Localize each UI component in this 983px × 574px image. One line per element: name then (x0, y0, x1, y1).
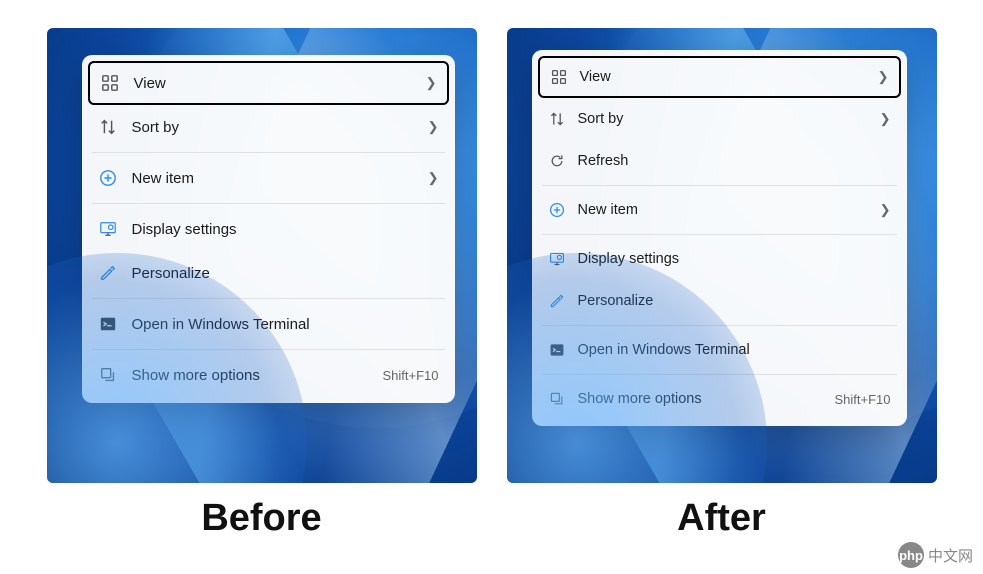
menu-item-label: Refresh (578, 153, 891, 169)
menu-item-terminal[interactable]: Open in Windows Terminal (538, 329, 901, 371)
menu-item-sort-by[interactable]: Sort by ❯ (88, 105, 449, 149)
menu-item-label: Show more options (132, 367, 383, 384)
menu-divider (542, 185, 897, 186)
menu-item-show-more[interactable]: Show more options Shift+F10 (538, 378, 901, 420)
menu-shortcut: Shift+F10 (382, 368, 438, 383)
menu-item-view[interactable]: View ❯ (538, 56, 901, 98)
menu-divider (92, 152, 445, 153)
desktop-before: View ❯ Sort by ❯ New item ❯ (47, 28, 477, 483)
before-panel: View ❯ Sort by ❯ New item ❯ (47, 28, 477, 540)
menu-item-label: View (580, 69, 878, 85)
terminal-icon (548, 341, 566, 359)
show-more-icon (548, 390, 566, 408)
view-icon (550, 68, 568, 86)
menu-shortcut: Shift+F10 (834, 392, 890, 407)
menu-item-label: Show more options (578, 391, 835, 407)
menu-item-label: Sort by (132, 119, 428, 136)
sort-icon (548, 110, 566, 128)
view-icon (100, 73, 120, 93)
menu-item-label: New item (132, 170, 428, 187)
menu-item-new-item[interactable]: New item ❯ (88, 156, 449, 200)
display-settings-icon (548, 250, 566, 268)
caption-after: After (677, 497, 766, 540)
menu-divider (542, 234, 897, 235)
menu-divider (92, 203, 445, 204)
menu-item-new-item[interactable]: New item ❯ (538, 189, 901, 231)
menu-item-label: Personalize (578, 293, 891, 309)
menu-item-label: Display settings (132, 221, 439, 238)
after-panel: View ❯ Sort by ❯ Refresh (507, 28, 937, 540)
menu-item-label: New item (578, 202, 880, 218)
chevron-right-icon: ❯ (426, 75, 437, 91)
desktop-after: View ❯ Sort by ❯ Refresh (507, 28, 937, 483)
menu-divider (542, 325, 897, 326)
menu-item-label: View (134, 75, 426, 92)
show-more-icon (98, 365, 118, 385)
chevron-right-icon: ❯ (880, 202, 891, 218)
chevron-right-icon: ❯ (428, 119, 439, 135)
personalize-icon (548, 292, 566, 310)
watermark: php 中文网 (898, 542, 973, 568)
watermark-text: 中文网 (928, 545, 973, 566)
menu-item-label: Open in Windows Terminal (132, 316, 439, 333)
display-settings-icon (98, 219, 118, 239)
menu-item-personalize[interactable]: Personalize (538, 280, 901, 322)
chevron-right-icon: ❯ (878, 69, 889, 85)
menu-divider (92, 298, 445, 299)
caption-before: Before (201, 497, 321, 540)
menu-item-display-settings[interactable]: Display settings (538, 238, 901, 280)
sort-icon (98, 117, 118, 137)
new-item-icon (98, 168, 118, 188)
menu-divider (92, 349, 445, 350)
menu-item-show-more[interactable]: Show more options Shift+F10 (88, 353, 449, 397)
menu-item-refresh[interactable]: Refresh (538, 140, 901, 182)
chevron-right-icon: ❯ (880, 111, 891, 127)
menu-item-view[interactable]: View ❯ (88, 61, 449, 105)
chevron-right-icon: ❯ (428, 170, 439, 186)
menu-item-personalize[interactable]: Personalize (88, 251, 449, 295)
menu-item-label: Personalize (132, 265, 439, 282)
new-item-icon (548, 201, 566, 219)
context-menu-before: View ❯ Sort by ❯ New item ❯ (82, 55, 455, 403)
menu-item-terminal[interactable]: Open in Windows Terminal (88, 302, 449, 346)
menu-item-label: Display settings (578, 251, 891, 267)
personalize-icon (98, 263, 118, 283)
menu-item-label: Open in Windows Terminal (578, 342, 891, 358)
context-menu-after: View ❯ Sort by ❯ Refresh (532, 50, 907, 426)
terminal-icon (98, 314, 118, 334)
menu-item-display-settings[interactable]: Display settings (88, 207, 449, 251)
watermark-logo-icon: php (898, 542, 924, 568)
menu-divider (542, 374, 897, 375)
menu-item-sort-by[interactable]: Sort by ❯ (538, 98, 901, 140)
refresh-icon (548, 152, 566, 170)
menu-item-label: Sort by (578, 111, 880, 127)
